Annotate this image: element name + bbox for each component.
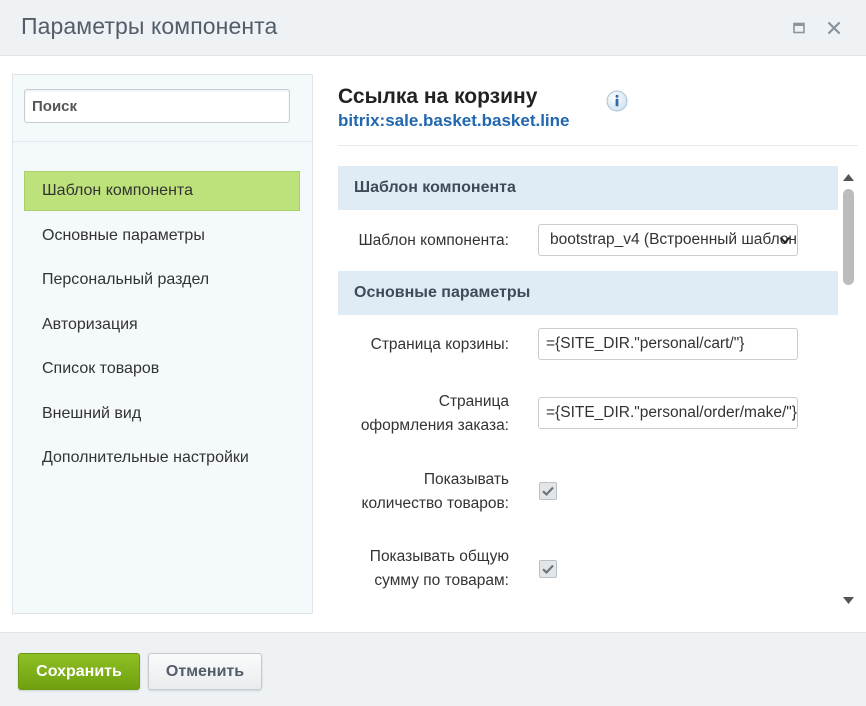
show-quantity-checkbox[interactable] (539, 482, 557, 500)
order-page-label-line1: Страница (438, 393, 509, 410)
order-page-label: Страница оформления заказа: (338, 390, 509, 437)
show-total-label-line2: сумму по товарам: (374, 571, 509, 589)
chevron-down-icon (779, 236, 791, 244)
show-quantity-label-line1: Показывать (423, 471, 509, 488)
heading-divider (338, 145, 858, 146)
dialog-titlebar: Параметры компонента (0, 0, 866, 56)
scroll-up-arrow-icon[interactable] (842, 172, 855, 182)
search-area (13, 75, 312, 142)
template-select-value: bootstrap_v4 (Встроенный шаблон) (550, 231, 798, 248)
sidebar-item-personal-section[interactable]: Персональный раздел (24, 260, 300, 300)
order-page-label-line2: оформления заказа: (360, 416, 509, 434)
sidebar-item-product-list[interactable]: Список товаров (24, 349, 300, 389)
dialog-title: Параметры компонента (21, 13, 278, 39)
order-page-input[interactable]: ={SITE_DIR."personal/order/make/"} (538, 397, 798, 429)
sidebar-item-authorization[interactable]: Авторизация (24, 305, 300, 345)
template-select[interactable]: bootstrap_v4 (Встроенный шаблон) (538, 224, 798, 256)
cart-page-input[interactable]: ={SITE_DIR."personal/cart/"} (538, 328, 798, 360)
dialog-body: Шаблон компонента Основные параметры Пер… (0, 56, 866, 632)
sidebar-item-main-params[interactable]: Основные параметры (24, 216, 300, 256)
sidebar: Шаблон компонента Основные параметры Пер… (12, 74, 313, 614)
save-button[interactable]: Сохранить (18, 653, 140, 690)
info-icon[interactable] (606, 90, 628, 112)
sidebar-item-component-template[interactable]: Шаблон компонента (24, 171, 300, 211)
show-quantity-label: Показывать количество товаров: (338, 468, 509, 515)
maximize-icon[interactable] (791, 20, 807, 36)
checkmark-icon (542, 486, 554, 497)
component-code: bitrix:sale.basket.basket.line (338, 111, 570, 130)
show-total-label-line1: Показывать общую (369, 548, 509, 565)
section-header-main-params: Основные параметры (338, 271, 838, 315)
show-total-label: Показывать общую сумму по товарам: (338, 545, 509, 592)
scroll-down-arrow-icon[interactable] (842, 596, 855, 606)
sidebar-nav: Шаблон компонента Основные параметры Пер… (24, 171, 300, 483)
sidebar-item-additional-settings[interactable]: Дополнительные настройки (24, 438, 300, 478)
scrollbar-thumb[interactable] (843, 189, 854, 285)
cancel-button[interactable]: Отменить (148, 653, 262, 690)
search-input[interactable] (24, 89, 290, 123)
template-label: Шаблон компонента: (358, 232, 509, 249)
close-icon[interactable] (826, 20, 842, 36)
cart-page-label: Страница корзины: (370, 336, 509, 353)
show-quantity-label-line2: количество товаров: (361, 494, 509, 512)
component-title: Ссылка на корзину (338, 85, 538, 108)
dialog-footer: Сохранить Отменить (0, 632, 866, 706)
section-header-component-template: Шаблон компонента (338, 166, 838, 210)
show-total-checkbox[interactable] (539, 560, 557, 578)
checkmark-icon (542, 564, 554, 575)
sidebar-item-appearance[interactable]: Внешний вид (24, 394, 300, 434)
